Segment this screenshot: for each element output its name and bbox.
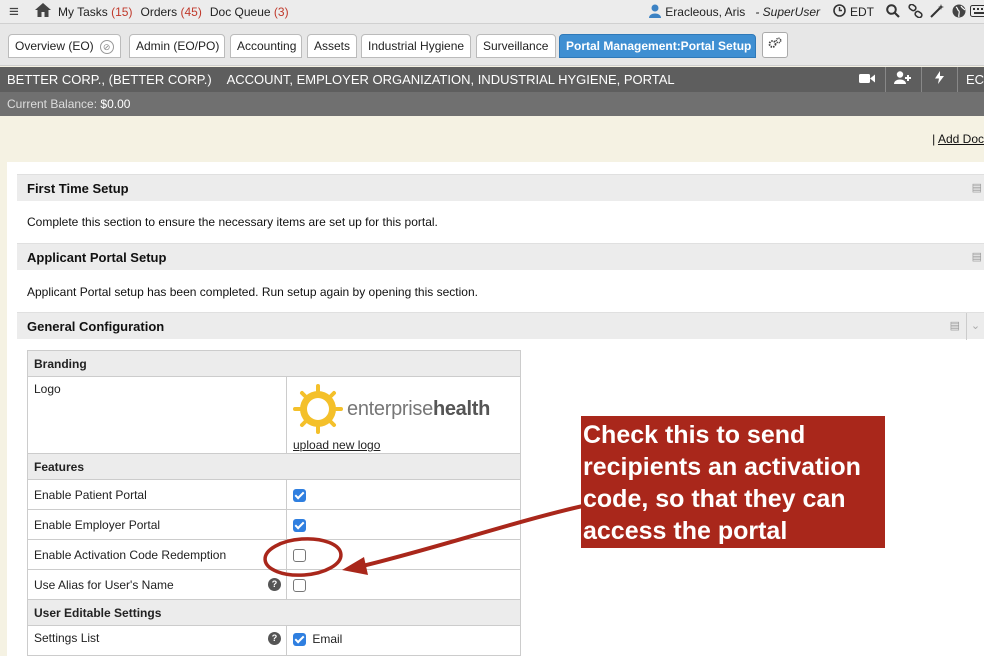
annotation-overlay <box>263 504 584 577</box>
annotation-arrow <box>361 504 584 568</box>
highlight-ellipse <box>263 537 343 577</box>
arrow-head <box>342 557 368 575</box>
